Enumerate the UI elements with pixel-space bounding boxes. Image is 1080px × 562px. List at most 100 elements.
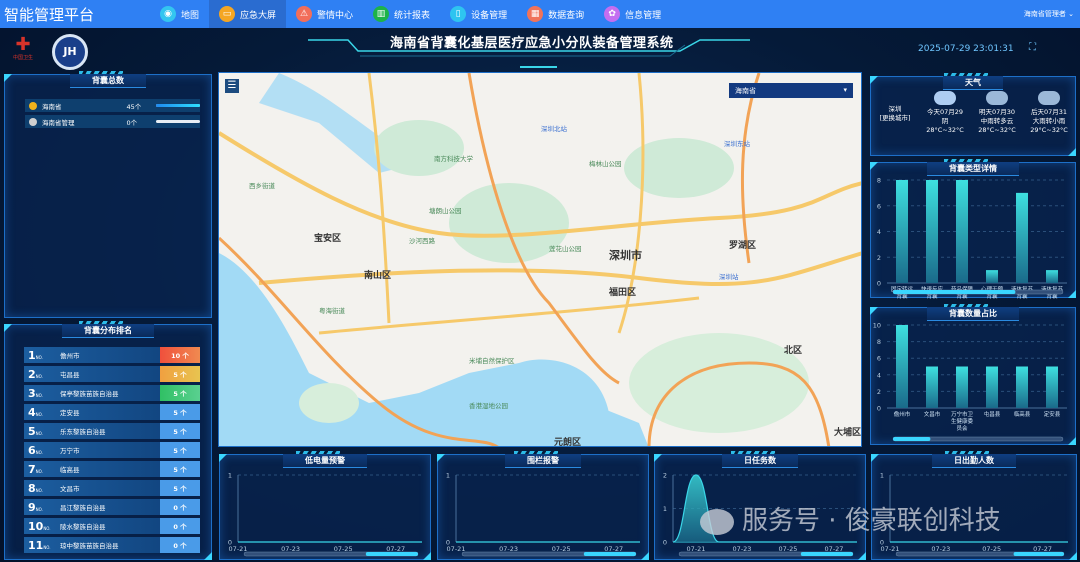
rank-name: 保亭黎族苗族自治县 <box>60 390 119 398</box>
chart-scrollbar-thumb[interactable] <box>583 552 636 556</box>
ranking-row[interactable]: 1NO. 儋州市 10 个 <box>24 347 200 363</box>
nav-item-3[interactable]: ▥ 统计报表 <box>363 0 440 28</box>
map-label: 沙河西路 <box>409 236 436 245</box>
ranking-row[interactable]: 10NO. 陵水黎族自治县 0 个 <box>24 518 200 534</box>
change-city-link[interactable]: [更换城市] <box>877 114 913 123</box>
y-tick-label: 6 <box>877 202 881 210</box>
chevron-down-icon: ▾ <box>843 86 847 94</box>
region-count: 0个 <box>126 118 138 127</box>
x-tick-label-line: 员会 <box>956 424 968 432</box>
rank-no-label: NO. <box>35 449 43 455</box>
map-pin-icon: ◉ <box>160 6 176 22</box>
ranking-row[interactable]: 4NO. 定安县 5 个 <box>24 404 200 420</box>
rank-count: 5 个 <box>160 423 200 439</box>
region-icon <box>29 117 37 126</box>
bar[interactable] <box>896 325 908 408</box>
chart-scrollbar-thumb[interactable] <box>365 552 418 556</box>
province-select-value: 海南省 <box>735 87 756 95</box>
ranking-row[interactable]: 8NO. 文昌市 5 个 <box>24 480 200 496</box>
panel-title: 背囊分布排名 <box>62 324 154 338</box>
chart-panel-c4: 围栏报警 0 1 07-21 07-23 07-25 07-27 <box>437 451 649 560</box>
menu-icon[interactable]: ☰ <box>225 79 239 93</box>
ranking-row[interactable]: 6NO. 万宁市 5 个 <box>24 442 200 458</box>
bar[interactable] <box>986 366 998 409</box>
y-tick-label: 8 <box>877 338 881 346</box>
region-icon <box>29 101 37 110</box>
rank-no-label: NO. <box>35 373 43 379</box>
nav-item-0[interactable]: ◉ 地图 <box>150 0 209 28</box>
rank-count: 5 个 <box>160 480 200 496</box>
rank-value: 11 <box>28 538 44 552</box>
rank-number: 8NO. <box>24 482 60 495</box>
y-tick-label: 1 <box>228 472 232 480</box>
y-tick-label: 6 <box>877 355 881 363</box>
chart-svg: 02468固定转运背囊快速反应背囊药品保障背囊心理干预背囊液体复苏背囊液体复苏背… <box>877 177 1067 299</box>
rain-icon <box>986 91 1008 105</box>
bar[interactable] <box>896 180 908 283</box>
ranking-row[interactable]: 11NO. 琼中黎族苗族自治县 0 个 <box>24 537 200 553</box>
chart-scrollbar-thumb[interactable] <box>1013 552 1064 556</box>
y-tick-label: 10 <box>873 322 881 330</box>
rank-number: 9NO. <box>24 501 60 514</box>
bar[interactable] <box>926 366 938 409</box>
chart-scrollbar-thumb[interactable] <box>893 437 931 441</box>
rank-number: 2NO. <box>24 368 60 381</box>
rank-no-label: NO. <box>43 525 51 531</box>
nav-item-4[interactable]: ▯ 设备管理 <box>440 0 517 28</box>
thunder-rain-icon <box>1038 91 1060 105</box>
ranking-row[interactable]: 2NO. 屯昌县 5 个 <box>24 366 200 382</box>
ranking-row[interactable]: 5NO. 乐东黎族自治县 5 个 <box>24 423 200 439</box>
map-label: 宝安区 <box>314 232 341 244</box>
bar[interactable] <box>1046 270 1058 283</box>
rank-name: 乐东黎族自治县 <box>60 428 106 436</box>
panel-title: 天气 <box>943 76 1003 90</box>
rank-count: 0 个 <box>160 537 200 553</box>
region-name: 海南省 <box>41 102 62 111</box>
bar[interactable] <box>926 180 938 283</box>
ranking-row[interactable]: 9NO. 昌江黎族自治县 0 个 <box>24 499 200 515</box>
map-label: 南方科技大学 <box>434 154 474 163</box>
map-label: 梅林山公园 <box>589 159 622 168</box>
rank-number: 3NO. <box>24 387 60 400</box>
map-view[interactable]: 宝安区 南山区 深圳市 福田区 罗湖区 北区 大埔区 元朗区 西乡街道 深圳北站 深圳东站 深圳站 梅林… <box>218 72 862 447</box>
x-tick-label: 07-21 <box>881 545 900 553</box>
map-label: 深圳站 <box>719 272 739 281</box>
x-tick-label-line: 定安县 <box>1044 410 1061 418</box>
user-name: 海南省管理者 <box>1023 10 1066 18</box>
nav-item-5[interactable]: ▦ 数据查询 <box>517 0 594 28</box>
rank-name: 万宁市 <box>60 447 80 455</box>
user-menu[interactable]: 海南省管理者 ⌄ <box>1024 9 1074 19</box>
monitor-icon: ▭ <box>219 6 236 22</box>
chart-scrollbar-thumb[interactable] <box>800 552 853 556</box>
chart-scrollbar-thumb[interactable] <box>893 290 1016 294</box>
ranking-row[interactable]: 3NO. 保亭黎族苗族自治县 5 个 <box>24 385 200 401</box>
map-canvas[interactable]: 宝安区南山区 深圳市福田区 罗湖区北区大埔区元朗区 西乡街道 深圳北站深圳东站深圳站 梅林… <box>219 73 862 447</box>
bar[interactable] <box>986 270 998 283</box>
x-tick-label: 屯昌县 <box>984 410 1001 418</box>
province-select[interactable]: 海南省 ▾ <box>729 83 853 98</box>
nav-item-label: 信息管理 <box>625 10 662 21</box>
rank-count: 0 个 <box>160 518 200 534</box>
region-count: 45个 <box>126 102 142 111</box>
bar[interactable] <box>1046 366 1058 409</box>
grid-icon: ▦ <box>527 6 544 22</box>
alarm-icon: ⚠ <box>296 6 313 22</box>
top-nav: 智能管理平台 ◉ 地图 ▭ 应急大屏 ⚠ 警情中心 ▥ 统计报表 ▯ 设备管理 ▦ 数据查询 ✿ 信息管理… <box>0 0 1080 28</box>
nav-item-6[interactable]: ✿ 信息管理 <box>594 0 671 28</box>
map-label: 西乡街道 <box>249 181 276 190</box>
map-label: 塘朗山公园 <box>429 206 462 215</box>
y-tick-label: 1 <box>663 505 667 513</box>
nav-item-2[interactable]: ⚠ 警情中心 <box>286 0 363 28</box>
ranking-row[interactable]: 7NO. 临高县 5 个 <box>24 461 200 477</box>
weather-day: 后天07月31 大雨转小雨 29°C~32°C <box>1023 91 1075 135</box>
fullscreen-icon[interactable]: ⛶ <box>1029 42 1036 53</box>
map-label: 深圳北站 <box>541 124 568 133</box>
bar-chart-icon: ▥ <box>373 6 390 22</box>
rank-number: 4NO. <box>24 406 60 419</box>
bar[interactable] <box>1016 366 1028 409</box>
nav-item-1[interactable]: ▭ 应急大屏 <box>209 0 287 28</box>
rank-value: 7 <box>28 462 36 476</box>
bar[interactable] <box>956 180 968 283</box>
bar[interactable] <box>956 366 968 409</box>
bar[interactable] <box>1016 192 1028 283</box>
